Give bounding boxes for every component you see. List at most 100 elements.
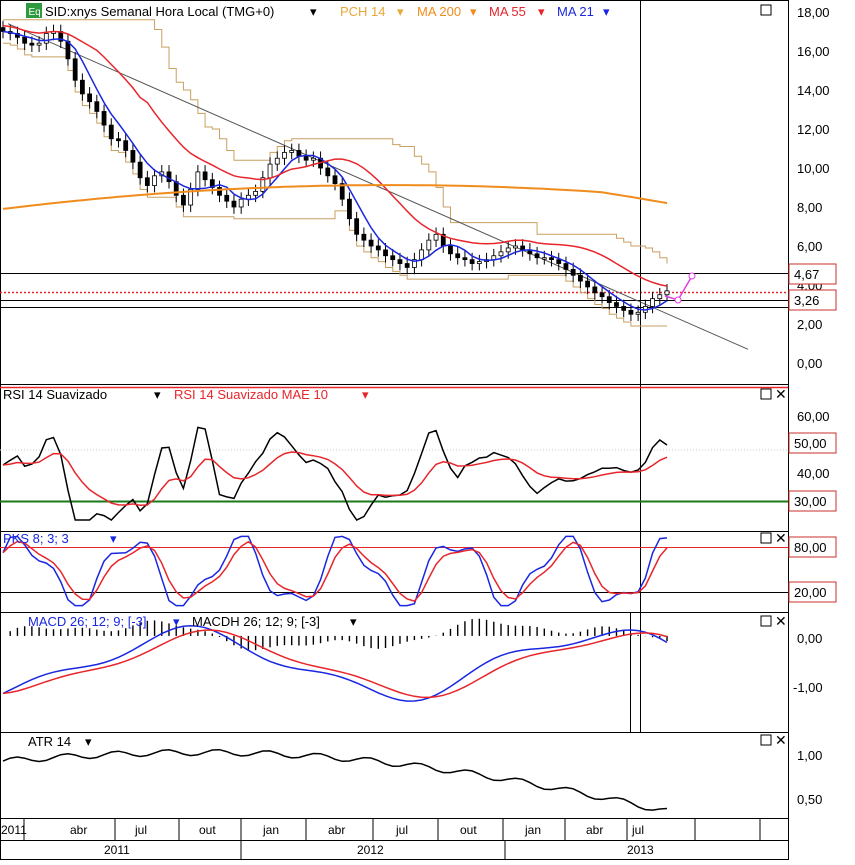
candle-body[interactable] (303, 155, 309, 161)
chevron-down-icon[interactable]: ▾ (173, 614, 180, 629)
candle-body[interactable] (354, 218, 360, 235)
atr-panel[interactable] (2, 748, 668, 811)
atr-legend[interactable]: ATR 14 (28, 734, 71, 749)
candle-body[interactable] (289, 150, 295, 153)
candle-body[interactable] (498, 251, 504, 257)
candle-body[interactable] (534, 253, 540, 259)
candle-body[interactable] (635, 311, 641, 315)
chevron-down-icon[interactable]: ▾ (110, 531, 117, 546)
candle-body[interactable] (664, 290, 670, 296)
candle-body[interactable] (426, 239, 432, 251)
candle-body[interactable] (123, 140, 129, 151)
candle-body[interactable] (310, 157, 316, 161)
candle-body[interactable] (72, 58, 78, 81)
candle-body[interactable] (332, 175, 338, 185)
candle-body[interactable] (224, 194, 230, 202)
maximize-icon[interactable] (760, 532, 772, 544)
candle-body[interactable] (43, 33, 49, 44)
indicator-ma55[interactable]: MA 55 (489, 4, 526, 19)
candle-body[interactable] (570, 268, 576, 276)
candle-body[interactable] (368, 239, 374, 247)
candle-body[interactable] (476, 261, 482, 264)
candle-body[interactable] (433, 233, 439, 241)
candle-body[interactable] (419, 249, 425, 261)
candle-body[interactable] (144, 177, 150, 186)
candle-body[interactable] (592, 286, 598, 294)
chevron-down-icon[interactable]: ▾ (470, 4, 477, 19)
candle-body[interactable] (390, 255, 396, 261)
candle-body[interactable] (448, 245, 453, 255)
candle-body[interactable] (541, 257, 547, 260)
chevron-down-icon[interactable]: ▾ (538, 4, 545, 19)
candle-body[interactable] (657, 294, 663, 300)
close-icon[interactable]: ✕ (775, 613, 787, 629)
candle-body[interactable] (375, 245, 381, 251)
macd-panel[interactable] (2, 618, 668, 702)
close-icon[interactable]: ✕ (775, 386, 787, 402)
candle-body[interactable] (79, 79, 85, 95)
candle-body[interactable] (505, 247, 511, 253)
chevron-down-icon[interactable]: ▾ (397, 4, 404, 19)
candle-body[interactable] (274, 157, 280, 165)
candle-body[interactable] (130, 150, 136, 163)
chevron-down-icon[interactable]: ▾ (310, 4, 317, 19)
candle-body[interactable] (282, 151, 287, 159)
candle-body[interactable] (599, 292, 605, 298)
macd-legend[interactable]: MACD 26; 12; 9; [-3] (28, 614, 147, 629)
indicator-ma200[interactable]: MA 200 (417, 4, 461, 19)
candle-body[interactable] (347, 198, 352, 220)
candle-body[interactable] (238, 198, 244, 208)
candle-body[interactable] (614, 302, 619, 307)
chevron-down-icon[interactable]: ▾ (603, 4, 610, 19)
candle-body[interactable] (29, 42, 35, 46)
chevron-down-icon[interactable]: ▾ (85, 734, 92, 749)
candle-body[interactable] (325, 167, 331, 177)
candle-body[interactable] (455, 253, 461, 259)
chevron-down-icon[interactable]: ▾ (362, 387, 369, 402)
candle-body[interactable] (563, 263, 569, 270)
candle-body[interactable] (404, 263, 410, 268)
candle-body[interactable] (520, 245, 526, 251)
candle-body[interactable] (577, 274, 583, 282)
candle-body[interactable] (253, 190, 259, 196)
candle-body[interactable] (469, 259, 475, 264)
candle-body[interactable] (397, 259, 403, 264)
candle-body[interactable] (621, 306, 627, 311)
pks-legend[interactable]: PKS 8; 3; 3 (3, 531, 69, 546)
rsi-panel[interactable] (0, 386, 788, 521)
maximize-icon[interactable] (760, 388, 772, 400)
candle-body[interactable] (22, 36, 28, 44)
projection-point[interactable] (688, 272, 696, 280)
candle-body[interactable] (101, 111, 107, 126)
symbol-label[interactable]: SID:xnys Semanal Hora Local (TMG+0) (45, 4, 274, 19)
candle-body[interactable] (0, 27, 6, 32)
candle-body[interactable] (195, 171, 201, 190)
maximize-icon[interactable] (760, 734, 772, 746)
maximize-icon[interactable] (760, 4, 772, 16)
candle-body[interactable] (87, 93, 93, 103)
indicator-pch[interactable]: PCH 14 (340, 4, 386, 19)
macdh-legend[interactable]: MACDH 26; 12; 9; [-3] (192, 614, 320, 629)
candle-body[interactable] (513, 245, 518, 249)
close-icon[interactable]: ✕ (775, 530, 787, 546)
pks-panel[interactable] (0, 535, 788, 607)
candle-body[interactable] (267, 163, 273, 179)
maximize-icon[interactable] (760, 615, 772, 627)
candle-body[interactable] (231, 200, 237, 208)
candle-body[interactable] (94, 101, 100, 112)
candle-body[interactable] (556, 259, 562, 264)
candle-body[interactable] (549, 257, 554, 261)
chevron-down-icon[interactable]: ▾ (350, 614, 357, 629)
candle-body[interactable] (166, 171, 172, 183)
candle-body[interactable] (383, 249, 388, 257)
candle-body[interactable] (181, 194, 186, 206)
candle-body[interactable] (202, 171, 208, 181)
candle-body[interactable] (361, 233, 367, 241)
candle-body[interactable] (462, 257, 468, 261)
candle-body[interactable] (585, 280, 591, 288)
candle-body[interactable] (628, 309, 634, 315)
candle-body[interactable] (606, 296, 612, 303)
candle-body[interactable] (116, 138, 121, 142)
indicator-ma21[interactable]: MA 21 (557, 4, 594, 19)
candle-body[interactable] (108, 124, 114, 140)
